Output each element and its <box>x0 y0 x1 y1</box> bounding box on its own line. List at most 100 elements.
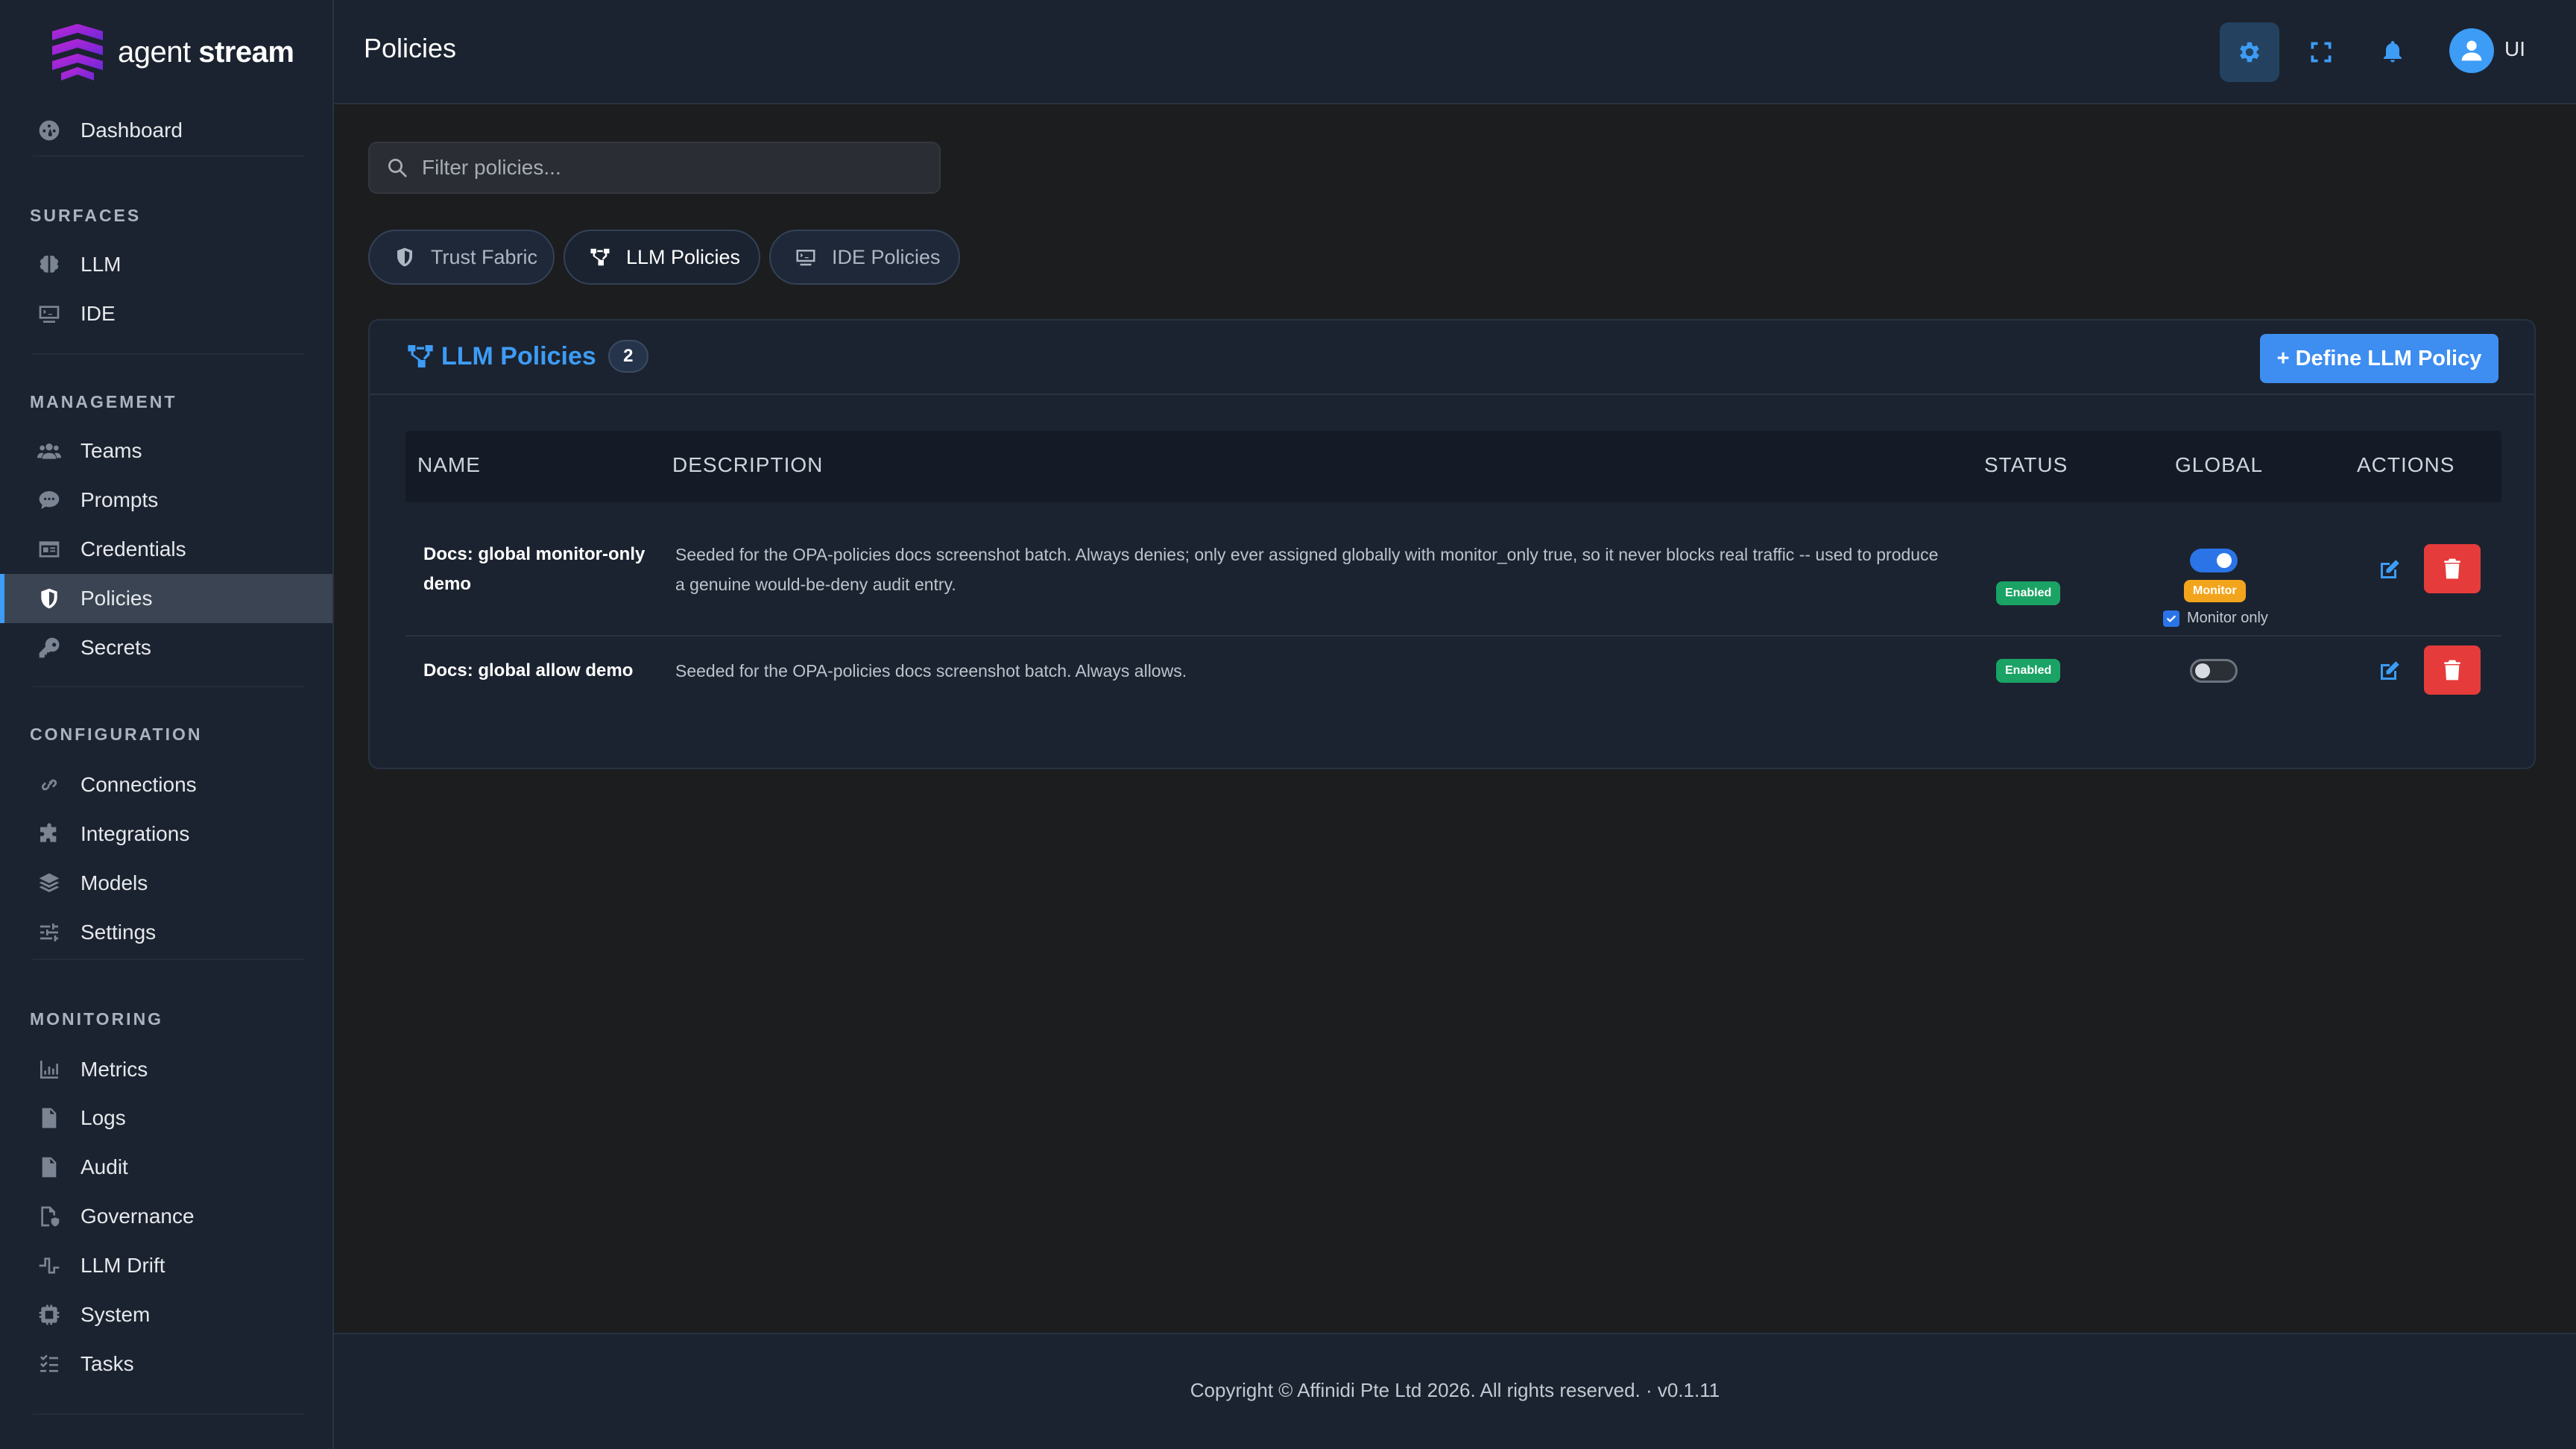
brain-icon <box>36 251 63 278</box>
policy-description: Seeded for the OPA-policies docs screens… <box>675 545 1939 594</box>
table-header: NAME DESCRIPTION STATUS GLOBAL ACTIONS <box>405 431 2501 502</box>
section-label-surfaces: SURFACES <box>30 206 142 225</box>
policy-name: Docs: global allow demo <box>423 660 634 681</box>
edit-button[interactable] <box>2376 556 2403 583</box>
sidebar-item-label: Metrics <box>80 1058 148 1081</box>
monitor-only-checkbox[interactable]: Monitor only <box>2163 610 2268 627</box>
tab-llm-policies[interactable]: LLM Policies <box>564 230 760 285</box>
column-header-actions[interactable]: ACTIONS <box>2357 453 2455 477</box>
delete-button[interactable] <box>2424 544 2481 593</box>
sidebar-item-credentials[interactable]: Credentials <box>0 525 332 574</box>
section-label-configuration: CONFIGURATION <box>30 724 203 744</box>
sidebar-item-integrations[interactable]: Integrations <box>0 809 332 859</box>
policy-count-badge: 2 <box>607 340 648 373</box>
checkbox[interactable] <box>2163 610 2179 627</box>
sidebar-item-teams[interactable]: Teams <box>0 426 332 476</box>
shield-half-icon <box>397 247 412 267</box>
sidebar-item-connections[interactable]: Connections <box>0 760 332 809</box>
user-icon <box>2461 40 2482 61</box>
column-header-global[interactable]: GLOBAL <box>2175 453 2263 477</box>
sidebar-item-logs[interactable]: Logs <box>0 1093 332 1143</box>
fullscreen-button[interactable] <box>2291 22 2351 82</box>
sidebar-item-governance[interactable]: Governance <box>0 1192 332 1241</box>
sidebar-item-label: Dashboard <box>80 119 183 142</box>
check-icon <box>2167 615 2176 622</box>
column-header-status[interactable]: STATUS <box>1984 453 2068 477</box>
settings-button[interactable] <box>2220 22 2279 82</box>
pulse-icon <box>36 1252 63 1279</box>
key-icon <box>36 634 63 661</box>
define-llm-policy-button[interactable]: + Define LLM Policy <box>2260 334 2498 383</box>
sidebar-item-label: Connections <box>80 773 197 796</box>
filter-input[interactable] <box>422 156 939 180</box>
sidebar-item-dashboard[interactable]: Dashboard <box>0 106 332 155</box>
sidebar-item-models[interactable]: Models <box>0 859 332 908</box>
shield-icon <box>36 585 63 612</box>
footer: Copyright © Affinidi Pte Ltd 2026. All r… <box>334 1333 2576 1449</box>
sidebar-item-label: Models <box>80 871 148 894</box>
panel-title: LLM Policies 2 <box>405 340 648 373</box>
section-label-monitoring: MONITORING <box>30 1009 164 1029</box>
monitor-only-label: Monitor only <box>2187 610 2268 626</box>
sidebar-item-audit[interactable]: Audit <box>0 1143 332 1192</box>
app-root: agent stream Dashboard SURFACES LLM IDE … <box>0 0 2576 1449</box>
global-toggle[interactable] <box>2190 659 2238 683</box>
chip-icon <box>36 1301 63 1328</box>
sidebar-item-metrics[interactable]: Metrics <box>0 1045 332 1094</box>
column-header-description[interactable]: DESCRIPTION <box>672 453 823 477</box>
dashboard-icon <box>36 117 63 144</box>
bell-icon <box>2384 41 2402 63</box>
sidebar-item-label: System <box>80 1303 151 1326</box>
sidebar-item-label: LLM Drift <box>80 1254 165 1277</box>
sidebar-item-prompts[interactable]: Prompts <box>0 476 332 525</box>
sidebar-item-llm-drift[interactable]: LLM Drift <box>0 1241 332 1290</box>
sidebar-item-label: Tasks <box>80 1352 134 1375</box>
filter-box[interactable] <box>368 142 941 194</box>
table-row: Docs: global monitor-only demo Seeded fo… <box>405 502 2501 637</box>
tab-ide-policies[interactable]: IDE Policies <box>769 230 960 285</box>
sidebar: agent stream Dashboard SURFACES LLM IDE … <box>0 0 334 1449</box>
user-initials[interactable]: UI <box>2504 37 2525 61</box>
monitor-badge: Monitor <box>2184 580 2246 602</box>
column-header-name[interactable]: NAME <box>417 453 481 477</box>
fullscreen-icon <box>2311 42 2332 63</box>
sliders-icon <box>36 919 63 946</box>
sidebar-item-label: Settings <box>80 921 157 944</box>
user-avatar[interactable] <box>2449 28 2494 73</box>
chart-icon <box>36 1056 63 1083</box>
sidebar-item-ide[interactable]: IDE <box>0 289 332 338</box>
divider <box>33 686 304 687</box>
monitor-code-icon <box>796 250 815 266</box>
global-toggle[interactable] <box>2190 549 2238 572</box>
status-badge: Enabled <box>1996 659 2061 683</box>
divider <box>33 1413 304 1415</box>
llm-policies-panel: LLM Policies 2 + Define LLM Policy NAME … <box>368 319 2536 769</box>
page-title: Policies <box>364 33 457 63</box>
divider <box>33 959 304 960</box>
section-label-management: MANAGEMENT <box>30 392 177 411</box>
sidebar-item-label: Secrets <box>80 636 151 659</box>
sidebar-item-policies[interactable]: Policies <box>0 574 332 623</box>
panel-header: LLM Policies 2 + Define LLM Policy <box>370 321 2534 395</box>
sidebar-item-secrets[interactable]: Secrets <box>0 623 332 672</box>
divider <box>33 155 304 157</box>
sidebar-item-tasks[interactable]: Tasks <box>0 1339 332 1389</box>
sidebar-item-system[interactable]: System <box>0 1290 332 1339</box>
delete-button[interactable] <box>2424 645 2481 695</box>
brand-logo[interactable]: agent stream <box>46 21 294 83</box>
sidebar-item-label: Policies <box>80 587 153 610</box>
sidebar-item-label: Governance <box>80 1205 195 1228</box>
trash-icon <box>2444 660 2460 681</box>
file-icon <box>36 1105 63 1131</box>
sidebar-item-llm[interactable]: LLM <box>0 240 332 289</box>
notifications-button[interactable] <box>2363 22 2422 82</box>
chat-icon <box>36 487 63 514</box>
sidebar-item-settings[interactable]: Settings <box>0 908 332 957</box>
policy-name: Docs: global monitor-only demo <box>423 544 645 594</box>
tab-label: Trust Fabric <box>431 245 538 268</box>
id-card-icon <box>36 536 63 563</box>
tab-trust-fabric[interactable]: Trust Fabric <box>368 230 555 285</box>
edit-button[interactable] <box>2376 657 2403 684</box>
sidebar-item-label: Integrations <box>80 822 190 845</box>
link-icon <box>36 771 63 798</box>
